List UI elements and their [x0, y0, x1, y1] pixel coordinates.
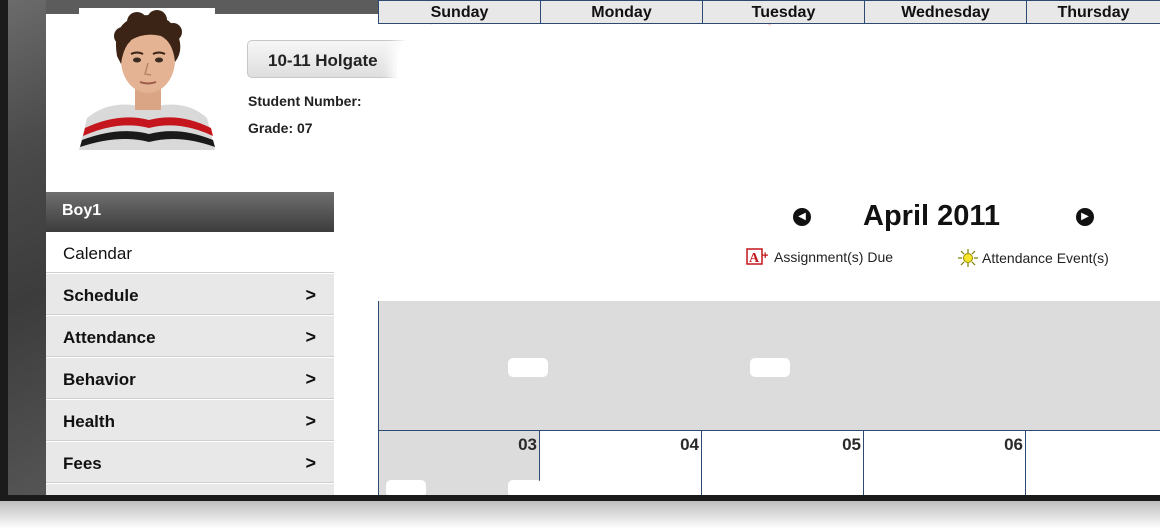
assignment-due-icon: A + — [746, 248, 772, 269]
day-header-tuesday: Tuesday — [702, 0, 864, 24]
window-border-left — [0, 0, 8, 500]
day-number: 06 — [1004, 435, 1023, 454]
day-header-monday: Monday — [540, 0, 702, 24]
sidebar-item-attendance[interactable]: Attendance > — [46, 316, 334, 357]
sidebar-item-label: Schedule — [63, 286, 139, 305]
sidebar-item-calendar[interactable]: Calendar — [46, 232, 334, 273]
sidebar-item-label: Fees — [63, 454, 102, 473]
day-header-thursday: Thursday — [1026, 0, 1160, 24]
chevron-right-icon: > — [305, 327, 316, 347]
day-header-sunday: Sunday — [378, 0, 540, 24]
redacted-area — [397, 24, 817, 240]
legend-attendance-label: Attendance Event(s) — [982, 250, 1109, 267]
legend-assignments: A + Assignment(s) Due — [746, 248, 893, 269]
sidebar-item-behavior[interactable]: Behavior > — [46, 358, 334, 399]
grade-label: Grade: 07 — [248, 120, 313, 136]
calendar-month-title: April 2011 — [863, 200, 1001, 232]
svg-text:A: A — [749, 251, 760, 266]
chevron-right-icon: > — [305, 369, 316, 389]
calendar-day-cell[interactable]: 05 — [702, 431, 864, 497]
day-header-wednesday: Wednesday — [864, 0, 1026, 24]
chevron-right-icon: > — [305, 285, 316, 305]
window-decoration-strip — [8, 0, 46, 498]
svg-text:+: + — [762, 250, 768, 262]
calendar-day-cell[interactable]: 04 — [540, 431, 702, 497]
day-number: 05 — [842, 435, 861, 454]
legend-attendance: Attendance Event(s) — [956, 248, 1109, 271]
sidebar-item-label: Calendar — [63, 244, 132, 263]
calendar-day-cell[interactable] — [1026, 431, 1160, 497]
redacted-mark — [508, 358, 548, 377]
chevron-right-icon: > — [305, 411, 316, 431]
attendance-event-icon — [956, 248, 980, 271]
legend-assignments-label: Assignment(s) Due — [774, 249, 894, 266]
student-photo — [79, 8, 215, 150]
sidebar-item-label: Behavior — [63, 370, 136, 389]
sidebar-item-fees[interactable]: Fees > — [46, 442, 334, 483]
calendar-day-cell[interactable]: 06 — [864, 431, 1026, 497]
prev-month-arrow-icon[interactable]: ◀ — [793, 208, 811, 226]
sidebar-student-header: Boy1 — [46, 192, 334, 232]
sidebar-item-health[interactable]: Health > — [46, 400, 334, 441]
chevron-right-icon: > — [305, 453, 316, 473]
window-shadow — [0, 501, 1160, 529]
next-month-arrow-icon[interactable]: ▶ — [1076, 208, 1094, 226]
app-window: 10-11 Holgate Student Number: Grade: 07 … — [0, 0, 1160, 529]
day-number: 03 — [518, 435, 537, 454]
day-number: 04 — [680, 435, 699, 454]
sidebar-item-label: Health — [63, 412, 115, 431]
student-number-label: Student Number: — [248, 93, 362, 109]
redacted-mark — [750, 358, 790, 377]
sidebar-item-schedule[interactable]: Schedule > — [46, 274, 334, 315]
sidebar-item-label: Attendance — [63, 328, 156, 347]
